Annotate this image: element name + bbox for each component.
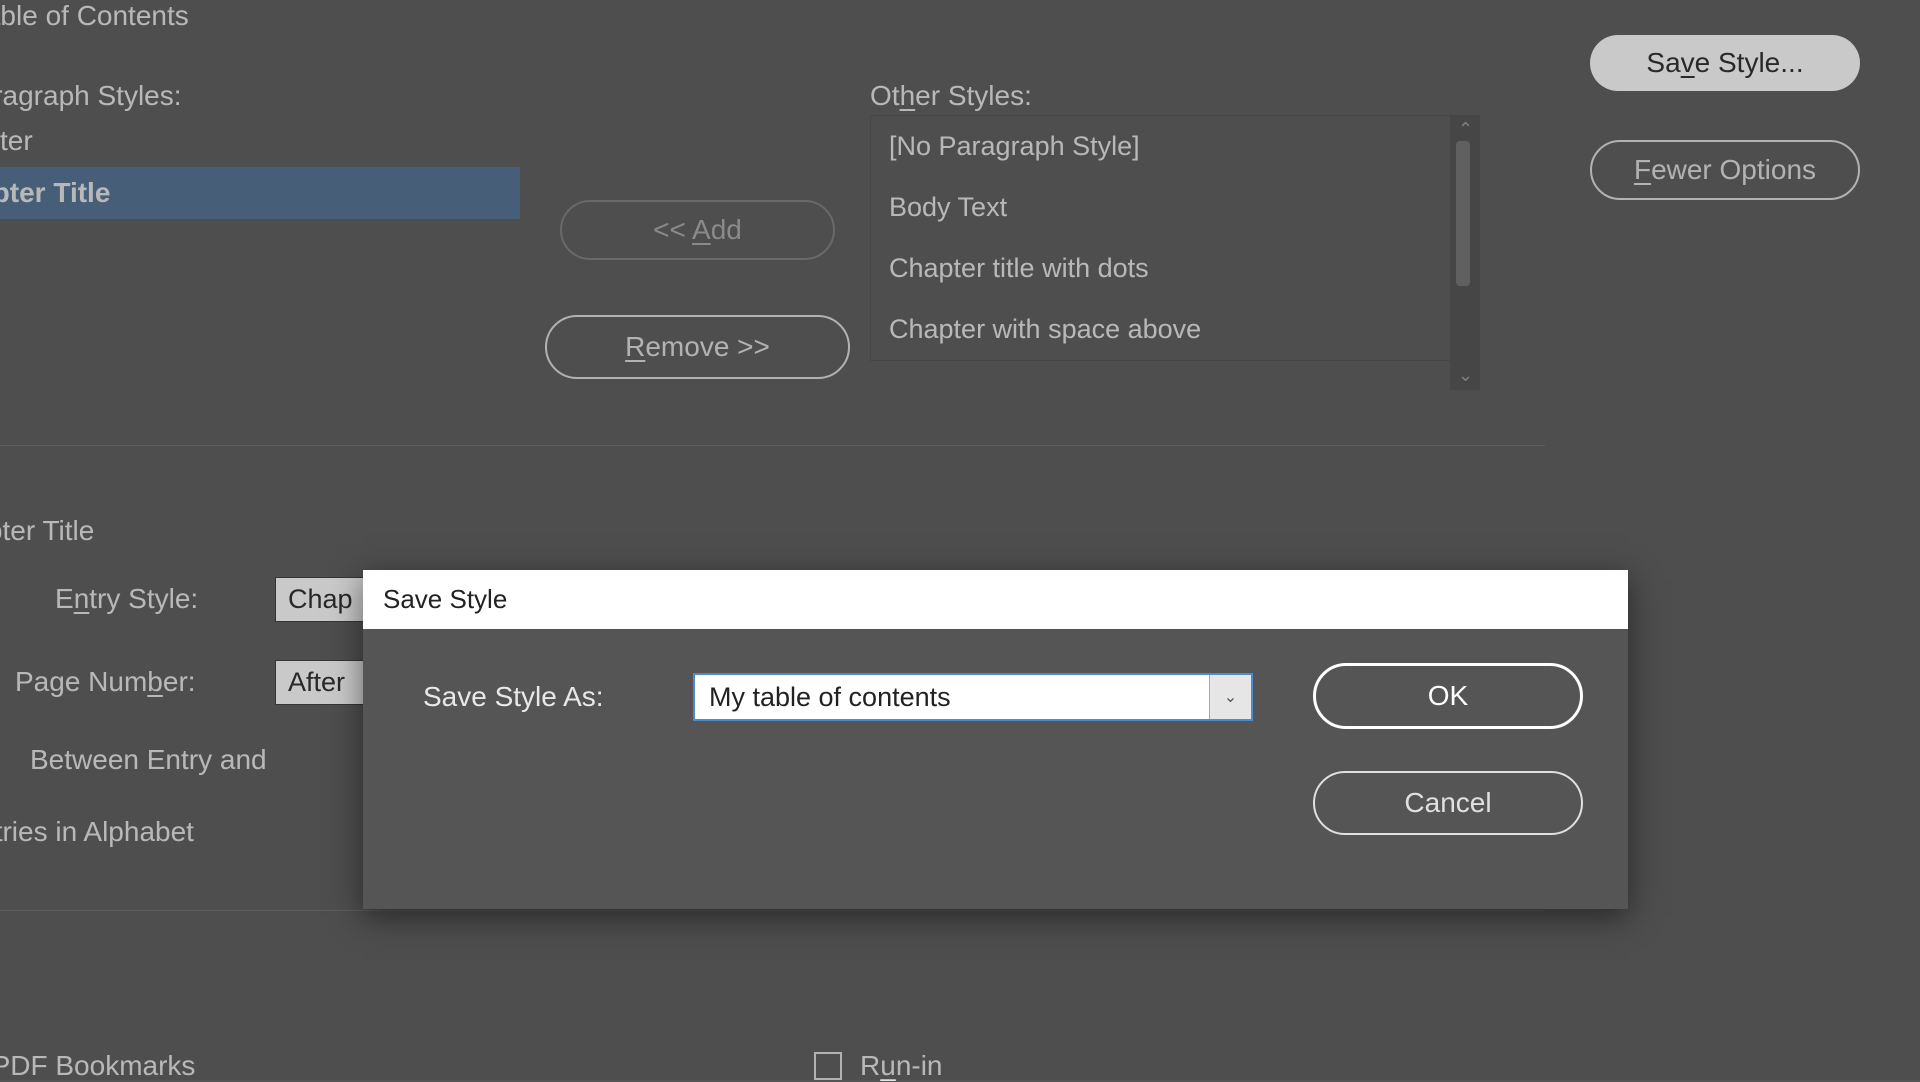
ok-button[interactable]: OK	[1313, 663, 1583, 729]
style-detail-heading: : Chapter Title	[0, 515, 94, 547]
list-item[interactable]: ter	[0, 115, 520, 167]
add-button: << Add	[560, 200, 835, 260]
save-style-as-label: Save Style As:	[423, 681, 604, 713]
list-item[interactable]: Chapter with space above	[871, 299, 1479, 360]
list-item[interactable]: Body Text	[871, 177, 1479, 238]
include-styles-label: de Paragraph Styles:	[0, 80, 182, 112]
save-style-button[interactable]: Save Style...	[1590, 35, 1860, 91]
runin-checkbox[interactable]	[814, 1052, 842, 1080]
chevron-down-icon[interactable]: ⌄	[1209, 675, 1251, 719]
scrollbar-thumb[interactable]	[1456, 141, 1470, 286]
sort-entries-label: ort Entries in Alphabet	[0, 816, 194, 848]
list-item[interactable]: hapter Title	[0, 167, 520, 219]
cancel-button[interactable]: Cancel	[1313, 771, 1583, 835]
dialog-title: Save Style	[363, 570, 1628, 629]
include-styles-list[interactable]: ter hapter Title	[0, 115, 520, 219]
chevron-up-icon[interactable]: ⌃	[1458, 119, 1473, 140]
save-style-dialog: Save Style Save Style As: My table of co…	[363, 570, 1628, 909]
save-style-as-value[interactable]: My table of contents	[695, 682, 1209, 713]
list-item[interactable]: Chapter title with dots	[871, 238, 1479, 299]
other-styles-list[interactable]: [No Paragraph Style] Body Text Chapter t…	[870, 115, 1480, 361]
runin-label: Run-in	[860, 1050, 943, 1082]
entry-style-label: Entry Style:	[55, 583, 198, 615]
page-number-label: Page Number:	[15, 666, 196, 698]
chevron-down-icon[interactable]: ⌄	[1458, 365, 1473, 386]
fewer-options-button[interactable]: Fewer Options	[1590, 140, 1860, 200]
remove-button[interactable]: Remove >>	[545, 315, 850, 379]
other-styles-label: Other Styles:	[870, 80, 1032, 112]
other-styles-scrollbar[interactable]: ⌃ ⌄	[1450, 115, 1480, 390]
between-entry-label: Between Entry and	[30, 744, 267, 776]
save-style-as-combobox[interactable]: My table of contents ⌄	[693, 673, 1253, 721]
create-pdf-bookmarks-label: reate PDF Bookmarks	[0, 1050, 195, 1082]
toc-section-heading: s in Table of Contents	[0, 0, 189, 32]
list-item[interactable]: [No Paragraph Style]	[871, 116, 1479, 177]
